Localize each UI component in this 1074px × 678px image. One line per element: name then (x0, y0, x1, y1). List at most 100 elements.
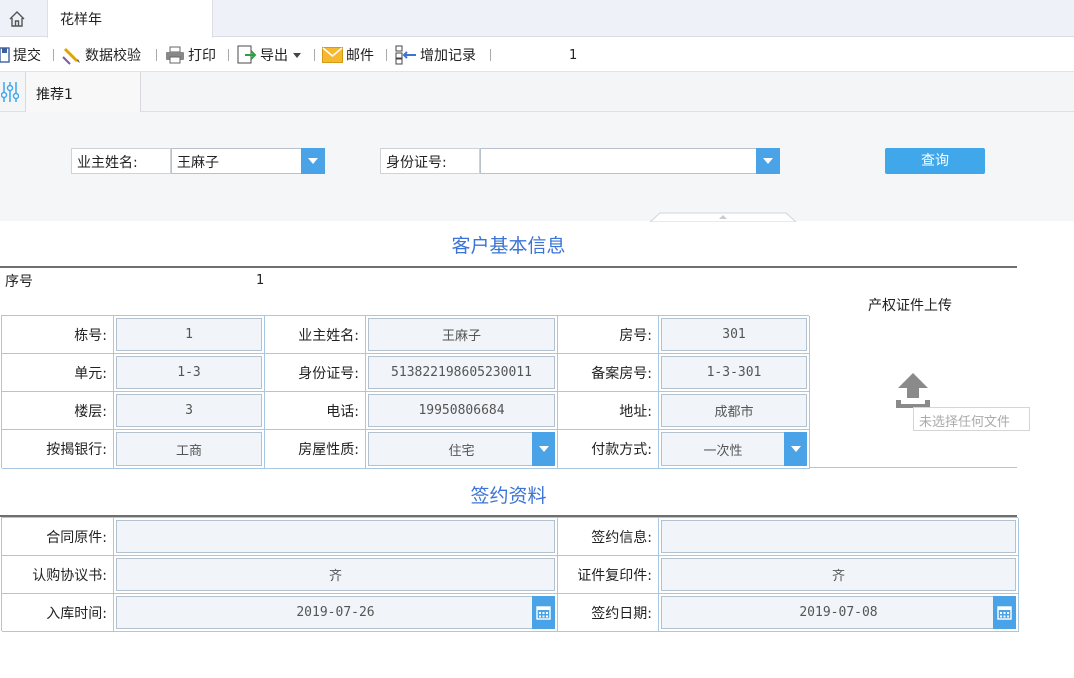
caret-down-icon (293, 53, 301, 58)
id-field-label: 身份证号: (265, 354, 366, 392)
contract-original-field[interactable] (116, 520, 555, 553)
purchase-agreement-label: 认购协议书: (2, 556, 114, 594)
id-copy-cell: 齐 (659, 556, 1019, 594)
printer-icon (166, 46, 184, 64)
id-number-dropdown[interactable] (756, 148, 780, 174)
house-type-value: 住宅 (448, 443, 475, 459)
payment-cell: 一次性 (659, 430, 810, 469)
sub-tab-bar: 推荐1 (0, 72, 1074, 112)
page-number: 1 (569, 48, 578, 63)
room-field[interactable]: 301 (661, 318, 807, 351)
payment-dropdown[interactable] (784, 432, 807, 466)
export-button[interactable]: 导出 (237, 44, 305, 66)
id-cell: 513822198605230011 (366, 354, 558, 392)
floor-field[interactable]: 3 (116, 394, 262, 427)
id-number-field[interactable]: 513822198605230011 (368, 356, 555, 389)
storage-date-picker[interactable] (532, 596, 555, 629)
query-button[interactable]: 查询 (885, 148, 985, 174)
address-label: 地址: (558, 392, 659, 430)
room-label: 房号: (558, 316, 659, 354)
payment-value: 一次性 (703, 443, 743, 459)
mail-button[interactable]: 邮件 (322, 44, 374, 66)
purchase-agreement-field[interactable]: 齐 (116, 558, 555, 591)
filter-sliders-icon[interactable] (1, 81, 19, 103)
sign-info-field[interactable] (661, 520, 1016, 553)
owner-name-input[interactable]: 王麻子 (171, 148, 302, 174)
record-room-label: 备案房号: (558, 354, 659, 392)
owner-name-label: 业主姓名: (71, 148, 171, 174)
toolbar-separator (228, 49, 229, 61)
chevron-down-icon (790, 446, 801, 452)
building-label: 栋号: (2, 316, 114, 354)
grid-divider (809, 467, 1017, 468)
upload-status: 未选择任何文件 (913, 407, 1030, 431)
toolbar-separator (386, 49, 387, 61)
contract-title: 签约资料 (470, 485, 547, 507)
id-copy-label: 证件复印件: (558, 556, 659, 594)
customer-info-grid: 栋号: 1 业主姓名: 王麻子 房号: 301 单元: 1-3 身份证号: 51… (1, 315, 810, 469)
contract-grid: 合同原件: 签约信息: 认购协议书: 齐 证件复印件: 齐 入库时间: 2019… (1, 517, 1019, 632)
chevron-down-icon (763, 158, 773, 164)
floor-cell: 3 (114, 392, 265, 430)
floor-label: 楼层: (2, 392, 114, 430)
unit-field[interactable]: 1-3 (116, 356, 262, 389)
bank-field[interactable]: 工商 (116, 432, 262, 466)
calendar-icon (997, 606, 1012, 620)
sign-date-label: 签约日期: (558, 594, 659, 632)
tab-huayangnian[interactable]: 花样年 (47, 0, 213, 38)
building-cell: 1 (114, 316, 265, 354)
tab-recommend-1[interactable]: 推荐1 (25, 72, 141, 112)
tab-bar: 花样年 (0, 0, 1074, 38)
owner-name-dropdown[interactable] (301, 148, 325, 174)
sign-date-field[interactable]: 2019-07-08 (661, 596, 1016, 629)
owner-name-field-label: 业主姓名: (265, 316, 366, 354)
storage-time-cell: 2019-07-26 (114, 594, 558, 632)
add-record-button[interactable]: 增加记录 (395, 44, 476, 66)
collapse-panel-tab[interactable] (650, 212, 796, 222)
address-field[interactable]: 成都市 (661, 394, 807, 427)
storage-date-value: 2019-07-26 (296, 605, 375, 620)
house-type-cell: 住宅 (366, 430, 558, 469)
sign-info-label: 签约信息: (558, 518, 659, 556)
house-type-select[interactable]: 住宅 (368, 432, 555, 466)
record-room-field[interactable]: 1-3-301 (661, 356, 807, 389)
house-type-dropdown[interactable] (532, 432, 555, 466)
upload-label: 产权证件上传 (868, 298, 952, 314)
toolbar-separator (314, 49, 315, 61)
submit-icon (0, 47, 10, 63)
sign-date-cell: 2019-07-08 (659, 594, 1019, 632)
customer-info-title: 客户基本信息 (451, 235, 566, 257)
phone-field[interactable]: 19950806684 (368, 394, 555, 427)
phone-cell: 19950806684 (366, 392, 558, 430)
storage-date-field[interactable]: 2019-07-26 (116, 596, 555, 629)
home-button[interactable] (0, 0, 34, 37)
payment-label: 付款方式: (558, 430, 659, 469)
contract-original-cell (114, 518, 558, 556)
phone-label: 电话: (265, 392, 366, 430)
upload-icon[interactable] (893, 370, 933, 410)
payment-select[interactable]: 一次性 (661, 432, 807, 466)
bank-cell: 工商 (114, 430, 265, 469)
submit-button[interactable]: 提交 (0, 44, 41, 66)
toolbar-separator (490, 49, 491, 61)
contract-original-label: 合同原件: (2, 518, 114, 556)
add-record-icon (395, 45, 416, 65)
building-field[interactable]: 1 (116, 318, 262, 351)
tab-label: 花样年 (60, 12, 102, 28)
house-type-label: 房屋性质: (265, 430, 366, 469)
validate-button[interactable]: 数据校验 (62, 44, 141, 66)
unit-label: 单元: (2, 354, 114, 392)
bank-label: 按揭银行: (2, 430, 114, 469)
calendar-icon (536, 606, 551, 620)
owner-name-field[interactable]: 王麻子 (368, 318, 555, 351)
purchase-agreement-cell: 齐 (114, 556, 558, 594)
sign-date-picker[interactable] (993, 596, 1016, 629)
owner-cell: 王麻子 (366, 316, 558, 354)
id-number-input[interactable] (480, 148, 757, 174)
id-copy-field[interactable]: 齐 (661, 558, 1016, 591)
export-icon (237, 45, 257, 64)
print-button[interactable]: 打印 (165, 44, 216, 66)
envelope-icon (322, 47, 343, 63)
id-number-label: 身份证号: (380, 148, 480, 174)
unit-cell: 1-3 (114, 354, 265, 392)
